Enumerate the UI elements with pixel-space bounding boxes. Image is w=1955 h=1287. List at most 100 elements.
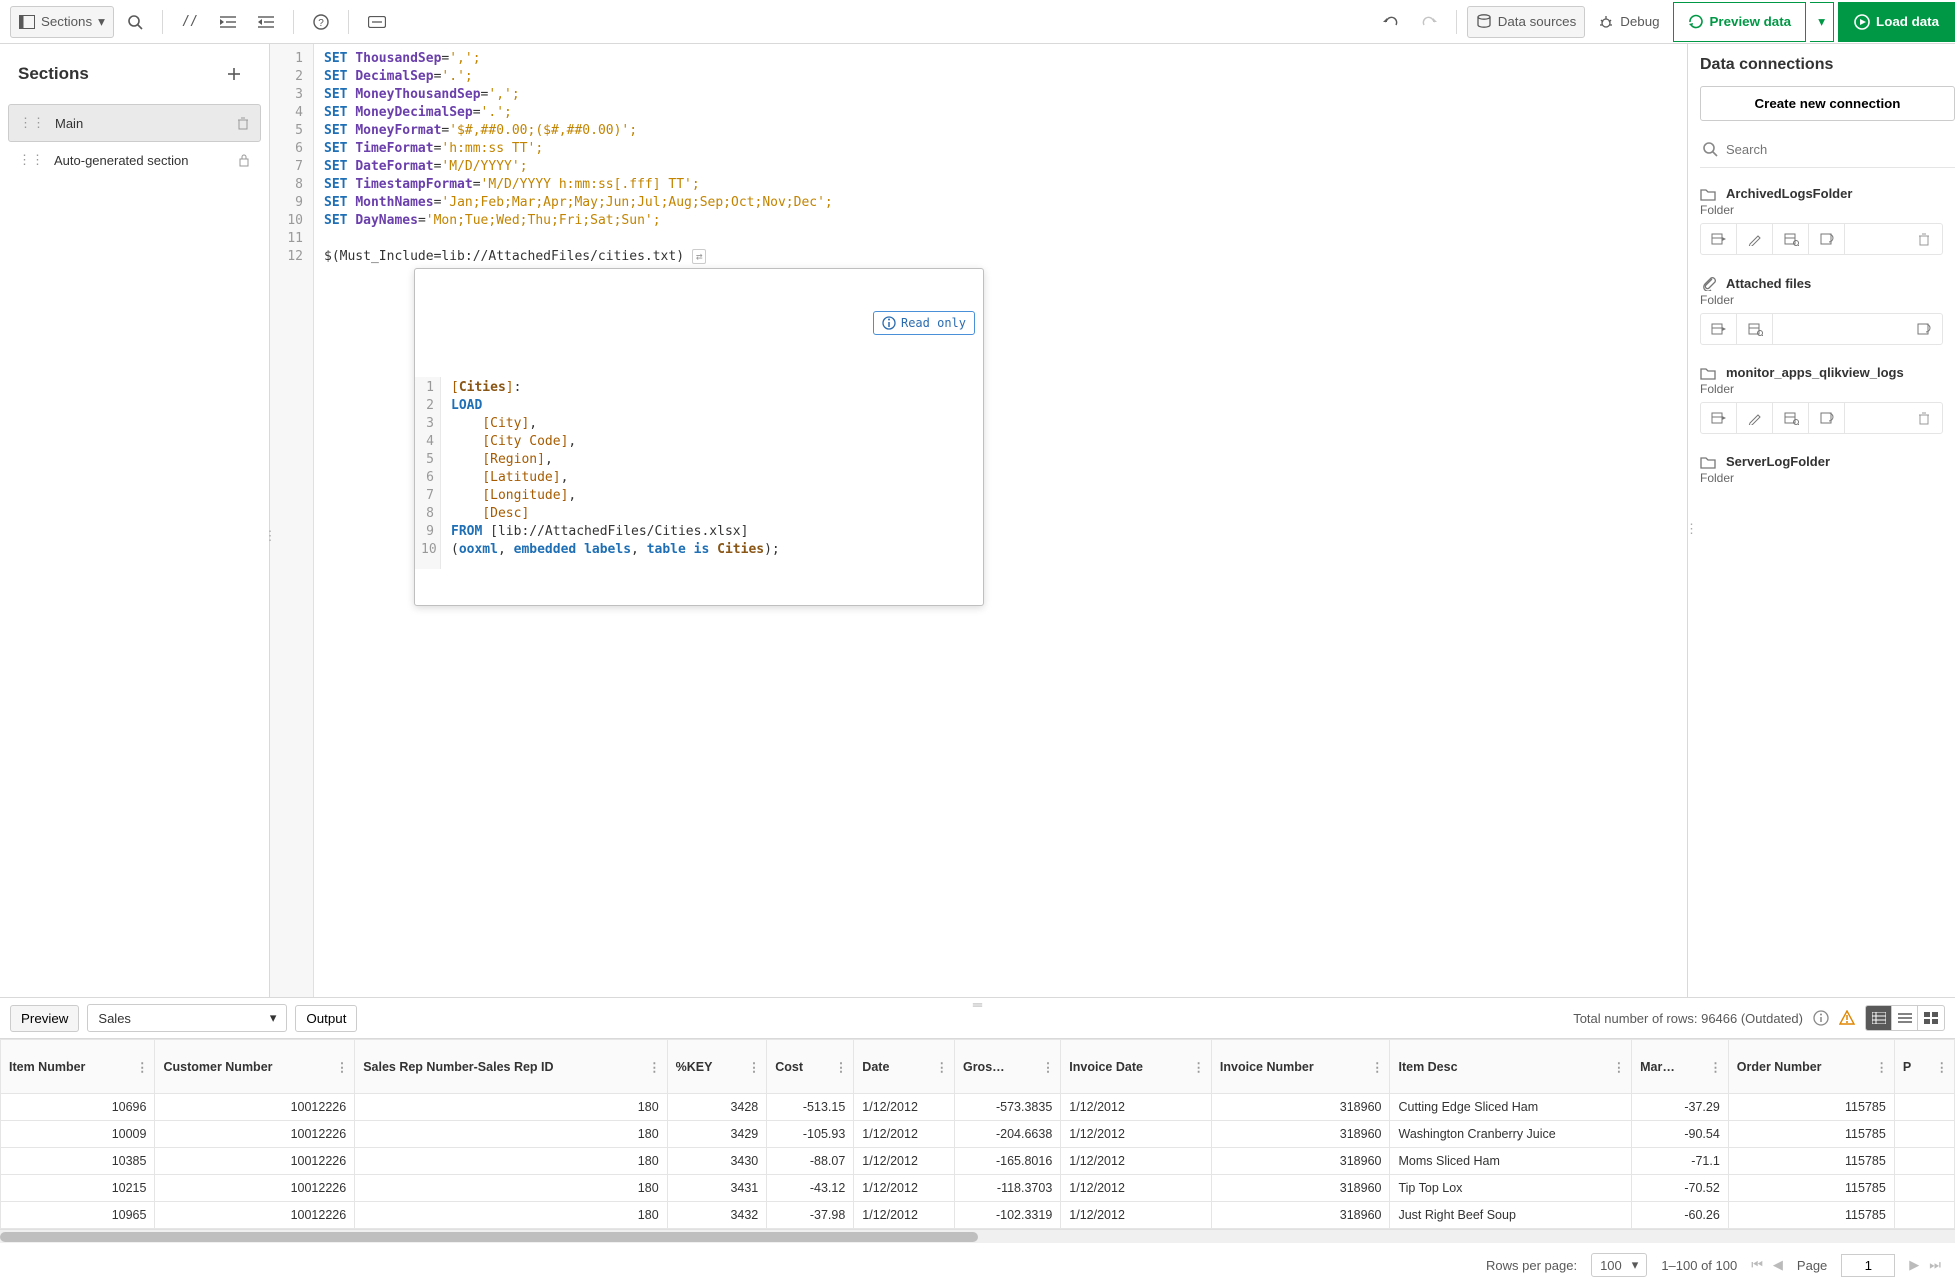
first-page-button[interactable]: ⏮	[1751, 1257, 1763, 1273]
page-input[interactable]	[1841, 1254, 1895, 1277]
table-cell: 3429	[667, 1121, 767, 1148]
section-item-autogen[interactable]: ⋮⋮ Auto-generated section	[8, 142, 261, 178]
script-editor[interactable]: ⋮ 123456789101112 SET ThousandSep=',';SE…	[270, 44, 1687, 997]
connections-search[interactable]	[1700, 135, 1955, 168]
sections-toggle-button[interactable]: Sections ▾	[10, 6, 114, 38]
preview-data-button[interactable]: Preview data	[1673, 2, 1807, 42]
conn-insert-button[interactable]	[1701, 403, 1737, 433]
column-menu-icon[interactable]: ⋮	[1875, 1059, 1888, 1074]
column-menu-icon[interactable]: ⋮	[1192, 1059, 1205, 1074]
column-header[interactable]: Mar…⋮	[1632, 1040, 1729, 1094]
column-header[interactable]: Invoice Date⋮	[1061, 1040, 1212, 1094]
conn-select-button[interactable]	[1737, 314, 1773, 344]
data-grid[interactable]: Item Number⋮Customer Number⋮Sales Rep Nu…	[0, 1038, 1955, 1229]
column-header[interactable]: Cost⋮	[767, 1040, 854, 1094]
connection-item[interactable]: Attached files	[1700, 267, 1943, 293]
conn-delete-button[interactable]	[1906, 403, 1942, 433]
delete-section-button[interactable]	[236, 116, 250, 130]
table-row[interactable]: 10385100122261803430-88.071/12/2012-165.…	[1, 1148, 1955, 1175]
indent-button[interactable]	[211, 6, 245, 38]
column-menu-icon[interactable]: ⋮	[935, 1059, 948, 1074]
help-button[interactable]: ?	[304, 6, 338, 38]
prev-page-button[interactable]: ◀	[1773, 1257, 1783, 1273]
column-menu-icon[interactable]: ⋮	[1709, 1059, 1722, 1074]
column-menu-icon[interactable]: ⋮	[1936, 1059, 1949, 1074]
connection-item[interactable]: ServerLogFolder	[1700, 446, 1943, 471]
column-header[interactable]: Item Number⋮	[1, 1040, 155, 1094]
redo-button[interactable]	[1412, 6, 1446, 38]
create-connection-button[interactable]: Create new connection	[1700, 86, 1955, 121]
view-grid-button[interactable]	[1918, 1006, 1944, 1030]
last-page-button[interactable]: ⏭	[1929, 1257, 1941, 1273]
trash-icon	[236, 116, 250, 130]
column-header[interactable]: Item Desc⋮	[1390, 1040, 1632, 1094]
column-header[interactable]: Order Number⋮	[1728, 1040, 1894, 1094]
table-cell: 180	[355, 1121, 667, 1148]
conn-insert-button[interactable]	[1701, 224, 1737, 254]
conn-delete-button[interactable]	[1906, 224, 1942, 254]
search-button[interactable]	[118, 6, 152, 38]
column-menu-icon[interactable]: ⋮	[748, 1059, 761, 1074]
column-menu-icon[interactable]: ⋮	[648, 1059, 661, 1074]
connection-item[interactable]: monitor_apps_qlikview_logs	[1700, 357, 1943, 382]
table-row[interactable]: 10009100122261803429-105.931/12/2012-204…	[1, 1121, 1955, 1148]
comment-toggle-button[interactable]: //	[173, 6, 207, 38]
conn-unlink-button[interactable]	[1906, 314, 1942, 344]
include-preview-box: Read only 12345678910 [Cities]:LOAD [Cit…	[414, 268, 984, 606]
conn-insert-button[interactable]	[1701, 314, 1737, 344]
sidebar-resize-handle[interactable]: ⋮	[267, 521, 273, 551]
next-page-button[interactable]: ▶	[1909, 1257, 1919, 1273]
conn-unlink-button[interactable]	[1809, 224, 1845, 254]
connections-resize-handle[interactable]: ⋮	[1687, 521, 1698, 537]
conn-edit-button[interactable]	[1737, 224, 1773, 254]
view-list-button[interactable]	[1892, 1006, 1918, 1030]
column-menu-icon[interactable]: ⋮	[336, 1059, 349, 1074]
preview-resize-handle[interactable]: ═	[973, 997, 982, 1012]
conn-select-button[interactable]	[1773, 224, 1809, 254]
column-header[interactable]: %KEY⋮	[667, 1040, 767, 1094]
column-header[interactable]: Gros…⋮	[954, 1040, 1060, 1094]
preview-tab[interactable]: Preview	[10, 1005, 79, 1032]
rows-per-page-select[interactable]: 100▾	[1591, 1253, 1647, 1277]
warning-icon[interactable]	[1839, 1010, 1855, 1026]
info-icon[interactable]	[1813, 1010, 1829, 1026]
preview-data-dropdown[interactable]: ▾	[1810, 2, 1834, 42]
drag-handle-icon[interactable]: ⋮⋮	[18, 152, 44, 168]
column-header[interactable]: Sales Rep Number-Sales Rep ID⋮	[355, 1040, 667, 1094]
column-menu-icon[interactable]: ⋮	[1613, 1059, 1626, 1074]
column-menu-icon[interactable]: ⋮	[1042, 1059, 1055, 1074]
horizontal-scrollbar[interactable]	[0, 1229, 1955, 1243]
column-header[interactable]: Invoice Number⋮	[1211, 1040, 1390, 1094]
column-menu-icon[interactable]: ⋮	[1371, 1059, 1384, 1074]
conn-unlink-button[interactable]	[1809, 403, 1845, 433]
editor-code-body[interactable]: SET ThousandSep=',';SET DecimalSep='.';S…	[314, 44, 1687, 997]
scroll-thumb[interactable]	[0, 1232, 978, 1242]
outdent-button[interactable]	[249, 6, 283, 38]
toolbar-separator	[293, 10, 294, 34]
view-table-button[interactable]	[1866, 1006, 1892, 1030]
variables-button[interactable]	[359, 6, 395, 38]
table-row[interactable]: 10696100122261803428-513.151/12/2012-573…	[1, 1094, 1955, 1121]
table-row[interactable]: 10215100122261803431-43.121/12/2012-118.…	[1, 1175, 1955, 1202]
data-sources-button[interactable]: Data sources	[1467, 6, 1586, 38]
conn-select-button[interactable]	[1773, 403, 1809, 433]
connections-search-input[interactable]	[1726, 142, 1953, 157]
column-header[interactable]: P⋮	[1894, 1040, 1954, 1094]
table-select[interactable]: Sales ▾	[87, 1004, 287, 1032]
load-data-button[interactable]: Load data	[1838, 2, 1955, 42]
conn-edit-button[interactable]	[1737, 403, 1773, 433]
table-cell: 180	[355, 1202, 667, 1229]
debug-button[interactable]: Debug	[1589, 6, 1668, 38]
column-menu-icon[interactable]: ⋮	[136, 1059, 149, 1074]
column-header[interactable]: Customer Number⋮	[155, 1040, 355, 1094]
table-row[interactable]: 10965100122261803432-37.981/12/2012-102.…	[1, 1202, 1955, 1229]
add-section-button[interactable]	[217, 58, 251, 90]
connection-actions	[1700, 313, 1943, 345]
column-header[interactable]: Date⋮	[854, 1040, 955, 1094]
drag-handle-icon[interactable]: ⋮⋮	[19, 115, 45, 131]
undo-button[interactable]	[1374, 6, 1408, 38]
section-item-main[interactable]: ⋮⋮ Main	[8, 104, 261, 142]
connection-item[interactable]: ArchivedLogsFolder	[1700, 178, 1943, 203]
output-tab[interactable]: Output	[295, 1005, 357, 1032]
column-menu-icon[interactable]: ⋮	[835, 1059, 848, 1074]
